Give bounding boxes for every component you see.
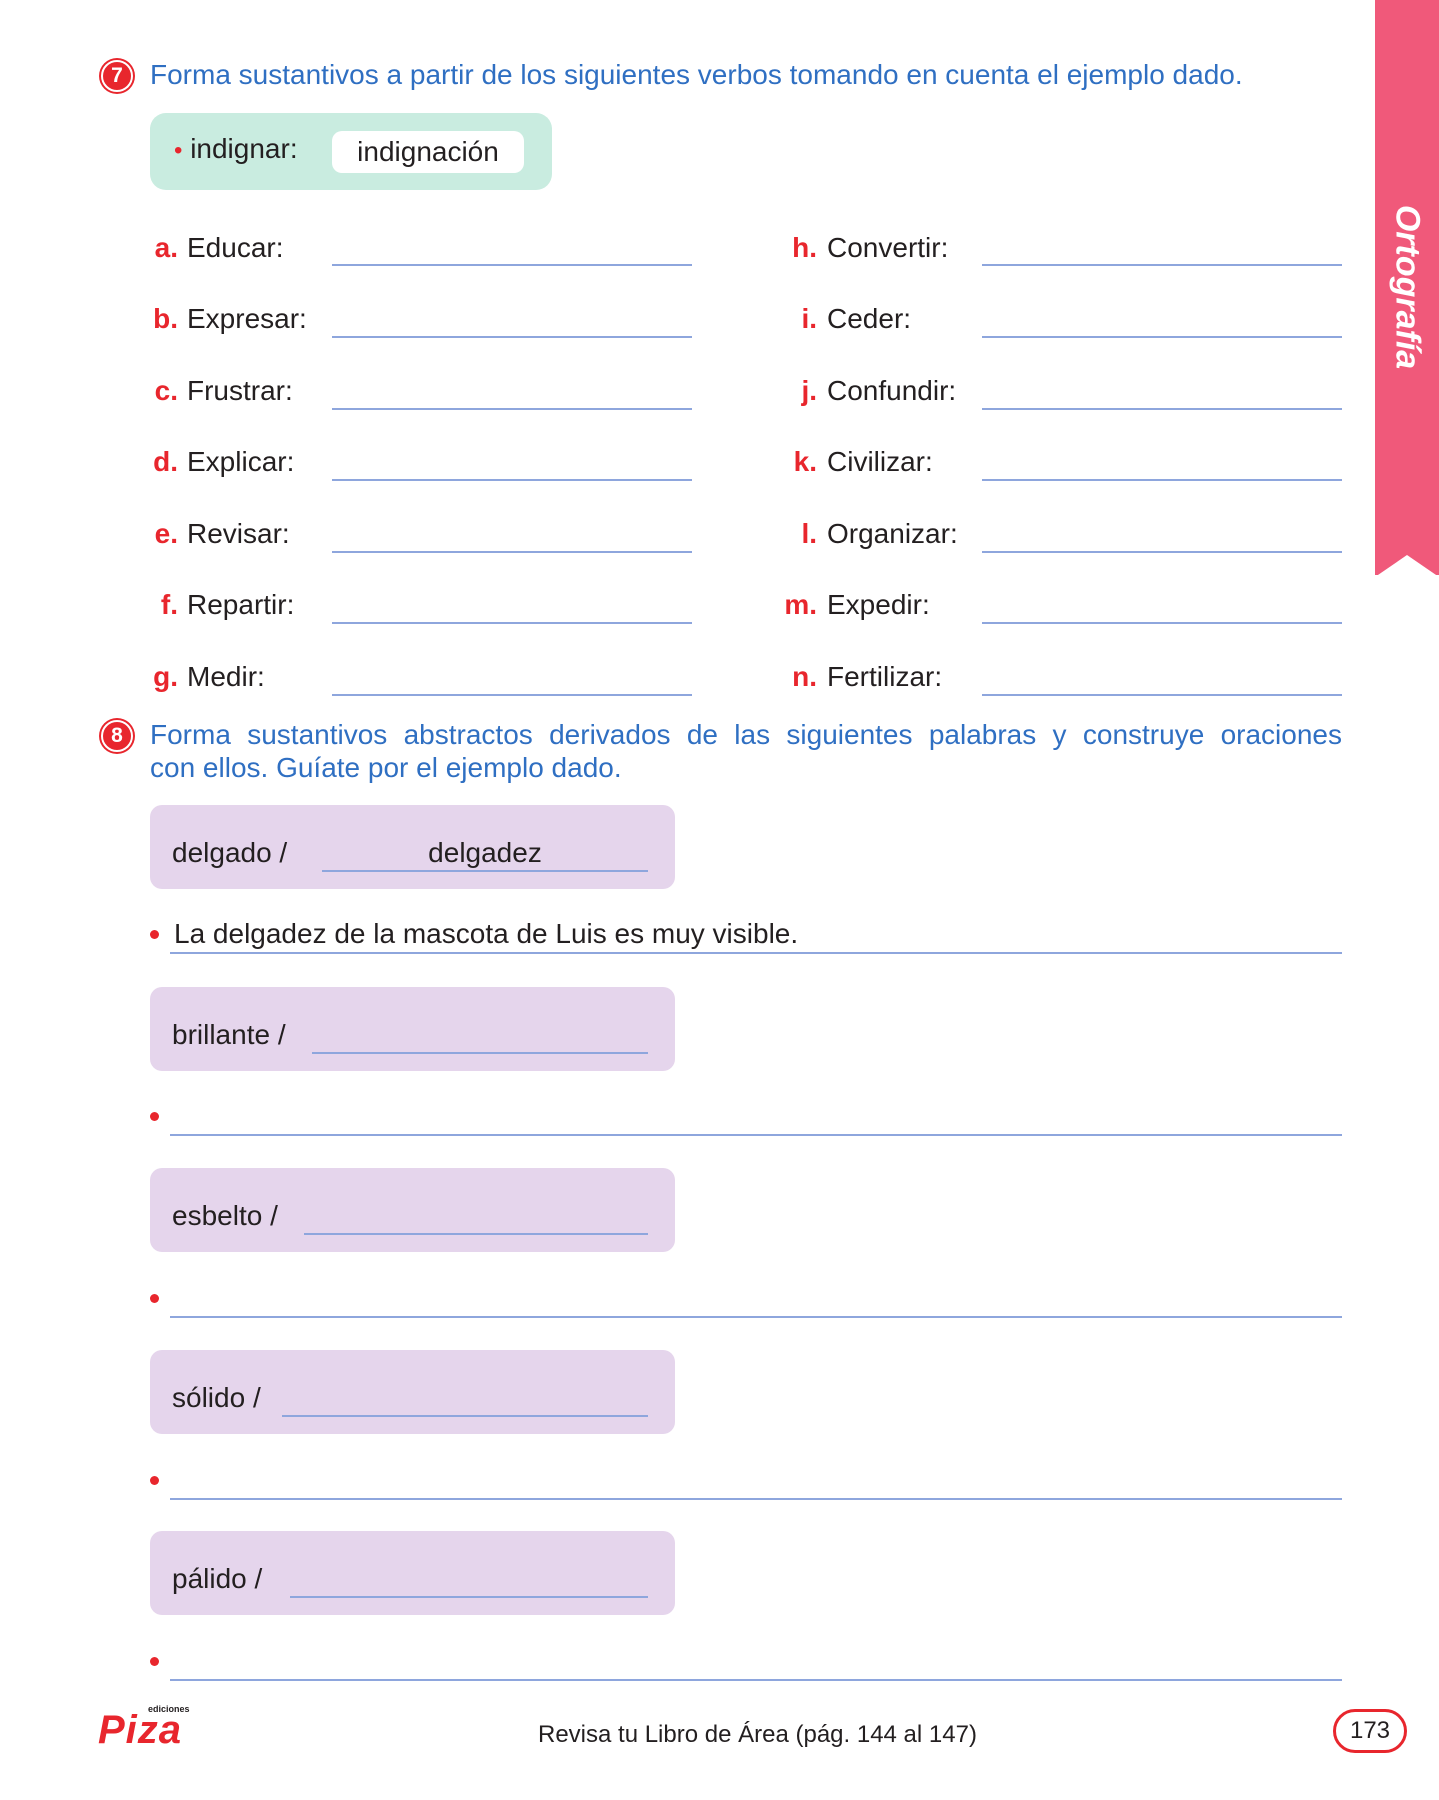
bullet-icon: • [174, 137, 183, 164]
sentence-line-solido[interactable] [170, 1498, 1342, 1500]
item-letter: n. [792, 661, 817, 692]
item-letter: c. [154, 375, 178, 406]
example-sentence-line [170, 952, 1342, 954]
item-word: Expresar: [187, 303, 307, 334]
bullet-icon [150, 1476, 159, 1485]
exercise-8-instruction-line2: con ellos. Guíate por el ejemplo dado. [150, 752, 622, 783]
word-label: esbelto / [172, 1200, 278, 1231]
item-word: Revisar: [187, 518, 290, 549]
item-letter: a. [154, 232, 178, 263]
item-word: Fertilizar: [827, 661, 943, 692]
exercise-7-number: 7 [101, 60, 133, 92]
item-word: Expedir: [827, 589, 930, 620]
word-label: brillante / [172, 1019, 286, 1050]
item-letter: b. [153, 303, 178, 334]
item-letter: m. [784, 589, 817, 620]
answer-line-g[interactable] [332, 694, 692, 696]
answer-line-m[interactable] [982, 622, 1342, 624]
side-tab-notch [1375, 555, 1439, 577]
word-label: sólido / [172, 1382, 261, 1413]
answer-line-esbelto[interactable] [304, 1233, 648, 1235]
item-word: Educar: [187, 232, 284, 263]
item-word: Explicar: [187, 446, 295, 477]
answer-line-h[interactable] [982, 264, 1342, 266]
exercise-8-instruction-line1: Forma sustantivos abstractos derivados d… [150, 719, 1342, 750]
item-word: Convertir: [827, 232, 949, 263]
answer-line-f[interactable] [332, 622, 692, 624]
item-letter: l. [801, 518, 817, 549]
sentence-line-palido[interactable] [170, 1679, 1342, 1681]
answer-line-brillante[interactable] [312, 1052, 648, 1054]
answer-line-j[interactable] [982, 408, 1342, 410]
exercise-7-example-word: • indignar: [174, 130, 298, 170]
example-answer-line [322, 870, 648, 872]
answer-line-c[interactable] [332, 408, 692, 410]
bullet-icon [150, 1657, 159, 1666]
item-word: Confundir: [827, 375, 957, 406]
bullet-icon [150, 930, 159, 939]
bullet-icon [150, 1294, 159, 1303]
publisher-name: Piza [98, 1708, 183, 1752]
item-letter: d. [153, 446, 178, 477]
item-letter: g. [153, 661, 178, 692]
answer-line-palido[interactable] [290, 1596, 648, 1598]
sentence-line-esbelto[interactable] [170, 1316, 1342, 1318]
publisher-logo: ediciones Piza [98, 1704, 208, 1752]
item-word: Civilizar: [827, 446, 933, 477]
item-letter: e. [154, 518, 178, 549]
answer-line-k[interactable] [982, 479, 1342, 481]
item-letter: i. [801, 303, 817, 334]
word-label: delgado / [172, 837, 288, 868]
side-tab-label: Ortografía [1388, 204, 1427, 370]
item-word: Repartir: [187, 589, 295, 620]
answer-line-e[interactable] [332, 551, 692, 553]
sentence-line-brillante[interactable] [170, 1134, 1342, 1136]
item-word: Organizar: [827, 518, 958, 549]
exercise-7-instruction: Forma sustantivos a partir de los siguie… [150, 59, 1243, 90]
page-number: 173 [1333, 1709, 1407, 1753]
item-word: Medir: [187, 661, 265, 692]
item-word: Frustrar: [187, 375, 293, 406]
item-letter: j. [801, 375, 817, 406]
footer-reference: Revisa tu Libro de Área (pág. 144 al 147… [538, 1721, 977, 1748]
item-word: Ceder: [827, 303, 912, 334]
answer-line-n[interactable] [982, 694, 1342, 696]
answer-line-i[interactable] [982, 336, 1342, 338]
example-word-text: indignar: [190, 133, 298, 164]
answer-line-a[interactable] [332, 264, 692, 266]
answer-line-d[interactable] [332, 479, 692, 481]
word-label: pálido / [172, 1563, 263, 1594]
bullet-icon [150, 1112, 159, 1121]
answer-line-solido[interactable] [282, 1415, 648, 1417]
answer-line-b[interactable] [332, 336, 692, 338]
exercise-7-example-answer: indignación [332, 131, 524, 173]
item-letter: k. [793, 446, 817, 477]
item-letter: f. [160, 589, 178, 620]
item-letter: h. [792, 232, 817, 263]
exercise-8-number: 8 [101, 720, 133, 752]
answer-line-l[interactable] [982, 551, 1342, 553]
example-sentence: La delgadez de la mascota de Luis es muy… [174, 918, 799, 949]
example-answer: delgadez [428, 837, 542, 868]
